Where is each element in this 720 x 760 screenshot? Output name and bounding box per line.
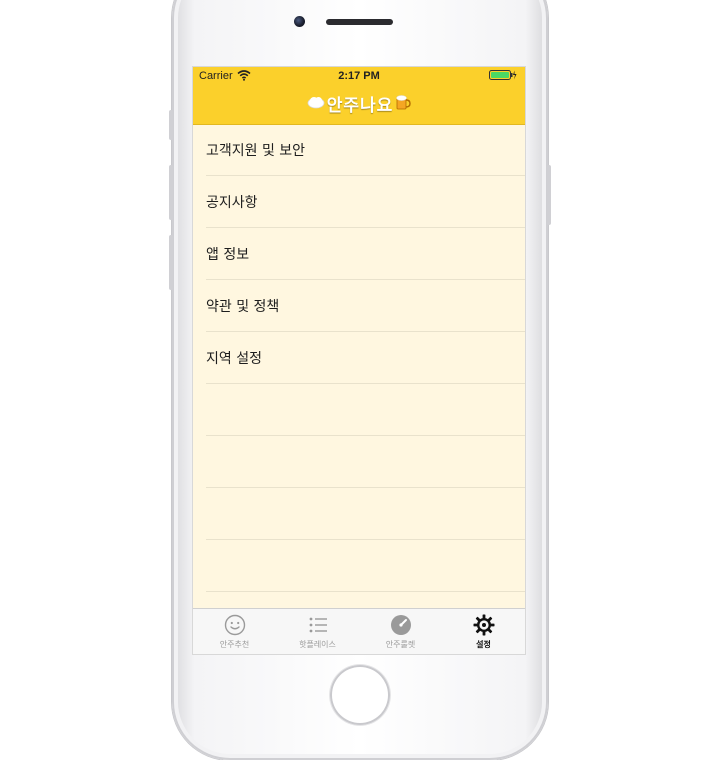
menu-item-label: 고객지원 및 보안 [206, 142, 306, 159]
menu-item-label: 공지사항 [206, 194, 258, 211]
tab-recommend[interactable]: 안주추천 [193, 609, 276, 654]
beer-icon [395, 94, 411, 113]
menu-item-label: 약관 및 정책 [206, 298, 280, 315]
menu-item-terms-policy[interactable]: 약관 및 정책 [206, 280, 525, 332]
home-button[interactable] [330, 665, 390, 725]
menu-item-support-security[interactable]: 고객지원 및 보안 [206, 124, 525, 176]
menu-item-label: 지역 설정 [206, 350, 262, 367]
volume-down-button [169, 235, 173, 290]
tab-settings[interactable]: 설정 [442, 609, 525, 654]
power-button [547, 165, 551, 225]
smiley-icon [224, 614, 245, 636]
settings-menu: 고객지원 및 보안 공지사항 앱 정보 약관 및 정책 지역 설정 [193, 124, 525, 592]
tab-label: 설정 [476, 640, 491, 649]
empty-row [206, 540, 525, 592]
tab-bar: 안주추천 핫플레이스 안주룰렛 설정 [193, 608, 525, 654]
silent-switch [169, 110, 173, 140]
status-time: 2:17 PM [338, 70, 380, 82]
list-icon [309, 617, 327, 633]
gear-icon [473, 614, 494, 636]
tab-roulette[interactable]: 안주룰렛 [359, 609, 442, 654]
app-title-group: 안주나요 [193, 91, 525, 116]
tab-label: 안주추천 [219, 640, 250, 649]
app-title: 안주나요 [326, 95, 394, 116]
roulette-icon [390, 615, 411, 635]
volume-up-button [169, 165, 173, 220]
front-camera [294, 16, 305, 27]
app-screen: Carrier 2:17 PM 안주나요 고객지원 및 보안 공지사항 앱 정보… [192, 66, 526, 655]
battery-icon [489, 70, 517, 80]
cloud-icon [307, 95, 325, 112]
empty-row [206, 384, 525, 436]
menu-item-label: 앱 정보 [206, 246, 250, 263]
tab-label: 핫플레이스 [299, 640, 336, 649]
menu-item-app-info[interactable]: 앱 정보 [206, 228, 525, 280]
tab-label: 안주룰렛 [385, 640, 416, 649]
earpiece-speaker [326, 19, 393, 25]
menu-item-region-settings[interactable]: 지역 설정 [206, 332, 525, 384]
navigation-bar: Carrier 2:17 PM 안주나요 [193, 67, 525, 124]
tab-hotplace[interactable]: 핫플레이스 [276, 609, 359, 654]
status-bar: Carrier 2:17 PM [193, 67, 525, 85]
empty-row [206, 488, 525, 540]
empty-row [206, 436, 525, 488]
menu-item-notices[interactable]: 공지사항 [206, 176, 525, 228]
